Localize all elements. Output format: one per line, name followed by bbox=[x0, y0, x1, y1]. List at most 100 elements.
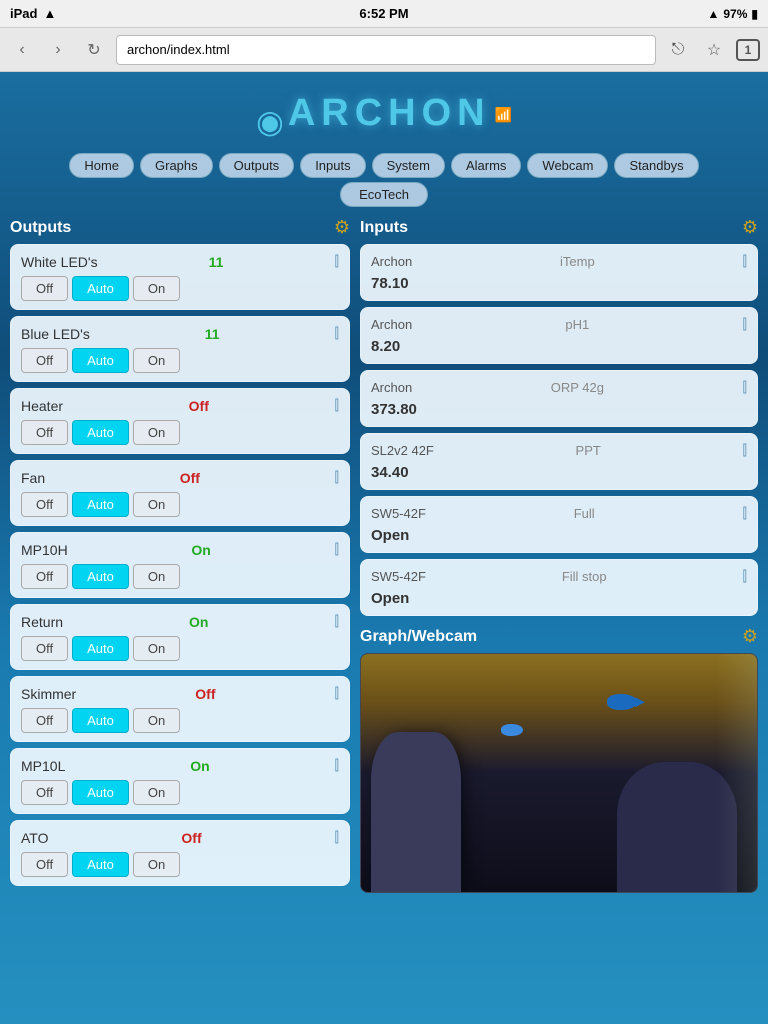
output-name-1: Blue LED's bbox=[21, 326, 90, 342]
output-controls-3: Off Auto On bbox=[21, 492, 339, 517]
output-on-btn-5[interactable]: On bbox=[133, 636, 180, 661]
input-label-2: ORP 42g bbox=[551, 380, 604, 395]
output-off-btn-2[interactable]: Off bbox=[21, 420, 68, 445]
output-off-btn-6[interactable]: Off bbox=[21, 708, 68, 733]
nav-system[interactable]: System bbox=[372, 153, 445, 178]
logo-text: ARCHON bbox=[288, 92, 491, 134]
output-off-btn-7[interactable]: Off bbox=[21, 780, 68, 805]
output-on-btn-7[interactable]: On bbox=[133, 780, 180, 805]
graph-panel: Graph/Webcam ⚙ bbox=[360, 626, 758, 893]
output-status-8: Off bbox=[181, 830, 201, 846]
output-on-btn-8[interactable]: On bbox=[133, 852, 180, 877]
output-controls-1: Off Auto On bbox=[21, 348, 339, 373]
output-off-btn-8[interactable]: Off bbox=[21, 852, 68, 877]
input-settings-icon-5[interactable]: ⫿ bbox=[743, 568, 747, 585]
page-content: ◉ ARCHON 📶 Home Graphs Outputs Inputs Sy… bbox=[0, 72, 768, 1024]
output-settings-icon-8[interactable]: ⫿ bbox=[335, 829, 339, 846]
output-auto-btn-5[interactable]: Auto bbox=[72, 636, 129, 661]
output-off-btn-4[interactable]: Off bbox=[21, 564, 68, 589]
battery-icon: ▮ bbox=[751, 7, 758, 21]
output-auto-btn-7[interactable]: Auto bbox=[72, 780, 129, 805]
nav-graphs[interactable]: Graphs bbox=[140, 153, 213, 178]
output-on-btn-2[interactable]: On bbox=[133, 420, 180, 445]
output-auto-btn-3[interactable]: Auto bbox=[72, 492, 129, 517]
nav-inputs[interactable]: Inputs bbox=[300, 153, 365, 178]
output-status-5: On bbox=[189, 614, 208, 630]
output-card-6: Skimmer Off ⫿ Off Auto On bbox=[10, 676, 350, 742]
main-columns: Outputs ⚙ White LED's 11 ⫿ Off Auto On bbox=[10, 217, 758, 893]
input-settings-icon-0[interactable]: ⫿ bbox=[743, 253, 747, 270]
output-on-btn-3[interactable]: On bbox=[133, 492, 180, 517]
battery-label: 97% bbox=[723, 7, 747, 21]
output-off-btn-3[interactable]: Off bbox=[21, 492, 68, 517]
output-controls-5: Off Auto On bbox=[21, 636, 339, 661]
output-settings-icon-7[interactable]: ⫿ bbox=[335, 757, 339, 774]
output-settings-icon-2[interactable]: ⫿ bbox=[335, 397, 339, 414]
nav-home[interactable]: Home bbox=[69, 153, 134, 178]
output-on-btn-4[interactable]: On bbox=[133, 564, 180, 589]
nav-standbys[interactable]: Standbys bbox=[614, 153, 698, 178]
reload-button[interactable]: ↻ bbox=[80, 36, 108, 64]
output-card-2: Heater Off ⫿ Off Auto On bbox=[10, 388, 350, 454]
output-on-btn-1[interactable]: On bbox=[133, 348, 180, 373]
input-source-3: SL2v2 42F bbox=[371, 443, 434, 458]
outputs-panel: Outputs ⚙ White LED's 11 ⫿ Off Auto On bbox=[10, 217, 350, 892]
output-settings-icon-5[interactable]: ⫿ bbox=[335, 613, 339, 630]
output-auto-btn-8[interactable]: Auto bbox=[72, 852, 129, 877]
output-settings-icon-1[interactable]: ⫿ bbox=[335, 325, 339, 342]
output-card-5: Return On ⫿ Off Auto On bbox=[10, 604, 350, 670]
output-auto-btn-6[interactable]: Auto bbox=[72, 708, 129, 733]
output-status-4: On bbox=[191, 542, 210, 558]
input-settings-icon-4[interactable]: ⫿ bbox=[743, 505, 747, 522]
tab-count[interactable]: 1 bbox=[736, 39, 760, 61]
output-settings-icon-3[interactable]: ⫿ bbox=[335, 469, 339, 486]
input-settings-icon-3[interactable]: ⫿ bbox=[743, 442, 747, 459]
back-button[interactable]: ‹ bbox=[8, 36, 36, 64]
share-button[interactable]: ⎋ bbox=[664, 36, 692, 64]
nav-ecotech[interactable]: EcoTech bbox=[340, 182, 428, 207]
output-off-btn-1[interactable]: Off bbox=[21, 348, 68, 373]
output-off-btn-0[interactable]: Off bbox=[21, 276, 68, 301]
output-auto-btn-0[interactable]: Auto bbox=[72, 276, 129, 301]
output-card-0: White LED's 11 ⫿ Off Auto On bbox=[10, 244, 350, 310]
nav-webcam[interactable]: Webcam bbox=[527, 153, 608, 178]
output-name-4: MP10H bbox=[21, 542, 68, 558]
graph-title: Graph/Webcam bbox=[360, 628, 477, 646]
output-off-btn-5[interactable]: Off bbox=[21, 636, 68, 661]
output-status-3: Off bbox=[180, 470, 200, 486]
output-controls-4: Off Auto On bbox=[21, 564, 339, 589]
output-on-btn-0[interactable]: On bbox=[133, 276, 180, 301]
status-bar: iPad ▲ 6:52 PM ▲ 97% ▮ bbox=[0, 0, 768, 28]
output-auto-btn-4[interactable]: Auto bbox=[72, 564, 129, 589]
output-status-6: Off bbox=[195, 686, 215, 702]
bookmark-button[interactable]: ☆ bbox=[700, 36, 728, 64]
nav-bar2: EcoTech bbox=[10, 182, 758, 207]
output-card-4: MP10H On ⫿ Off Auto On bbox=[10, 532, 350, 598]
output-settings-icon-4[interactable]: ⫿ bbox=[335, 541, 339, 558]
nav-outputs[interactable]: Outputs bbox=[219, 153, 295, 178]
input-settings-icon-1[interactable]: ⫿ bbox=[743, 316, 747, 333]
outputs-gear-icon[interactable]: ⚙ bbox=[334, 217, 350, 238]
output-settings-icon-0[interactable]: ⫿ bbox=[335, 253, 339, 270]
input-card-3: SL2v2 42F PPT ⫿ 34.40 bbox=[360, 433, 758, 490]
input-settings-icon-2[interactable]: ⫿ bbox=[743, 379, 747, 396]
output-settings-icon-6[interactable]: ⫿ bbox=[335, 685, 339, 702]
input-label-4: Full bbox=[574, 506, 595, 521]
output-controls-6: Off Auto On bbox=[21, 708, 339, 733]
output-controls-2: Off Auto On bbox=[21, 420, 339, 445]
logo-area: ◉ ARCHON 📶 bbox=[10, 82, 758, 145]
url-bar[interactable] bbox=[116, 35, 656, 65]
outputs-header: Outputs ⚙ bbox=[10, 217, 350, 238]
forward-button[interactable]: › bbox=[44, 36, 72, 64]
inputs-header: Inputs ⚙ bbox=[360, 217, 758, 238]
output-auto-btn-1[interactable]: Auto bbox=[72, 348, 129, 373]
input-source-5: SW5-42F bbox=[371, 569, 426, 584]
input-source-4: SW5-42F bbox=[371, 506, 426, 521]
output-auto-btn-2[interactable]: Auto bbox=[72, 420, 129, 445]
inputs-gear-icon[interactable]: ⚙ bbox=[742, 217, 758, 238]
nav-alarms[interactable]: Alarms bbox=[451, 153, 521, 178]
graph-gear-icon[interactable]: ⚙ bbox=[742, 626, 758, 647]
output-on-btn-6[interactable]: On bbox=[133, 708, 180, 733]
input-card-1: Archon pH1 ⫿ 8.20 bbox=[360, 307, 758, 364]
input-label-3: PPT bbox=[576, 443, 601, 458]
